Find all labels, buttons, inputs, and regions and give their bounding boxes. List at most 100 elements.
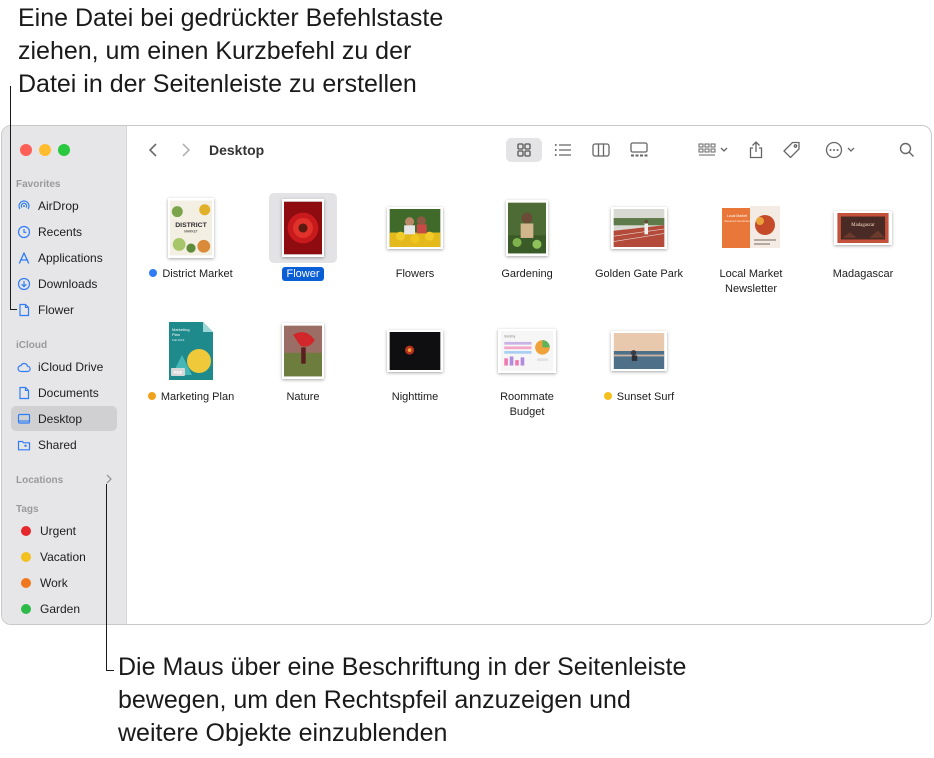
file-name: Marketing Plan: [160, 391, 235, 403]
group-by-button[interactable]: [693, 138, 733, 162]
flower-thumbnail: [282, 199, 324, 257]
sidebar-item-label: Shared: [38, 437, 77, 452]
file-name: Local Market Newsletter: [719, 268, 783, 295]
share-button[interactable]: [745, 138, 767, 162]
sidebar-tag-vacation[interactable]: Vacation: [11, 544, 117, 569]
file-item-nature[interactable]: Nature: [247, 316, 359, 416]
thumbnail-container: [583, 193, 695, 263]
file-item-gardening[interactable]: Gardening: [471, 193, 583, 293]
budget-thumb-header: Monthly: [504, 334, 516, 338]
chevron-down-icon: [847, 147, 855, 152]
search-button[interactable]: [895, 138, 919, 162]
tags-button[interactable]: [781, 138, 803, 162]
file-label: Local Market Newsletter: [695, 267, 807, 297]
file-item-marketing-plan[interactable]: Marketing Plan Fall 2019 PDF Marketing P…: [135, 316, 247, 416]
action-menu-button[interactable]: [820, 138, 860, 162]
back-button[interactable]: [143, 140, 163, 160]
thumbnail-container: [359, 316, 471, 386]
file-name-selected: Flower: [282, 267, 324, 281]
sidebar-section-locations[interactable]: Locations: [16, 475, 63, 486]
callout-bottom-leader-line: [106, 484, 107, 671]
zoom-window-button[interactable]: [58, 144, 70, 156]
grid-icon: [517, 143, 531, 157]
file-item-district-market[interactable]: DISTRICT MARKET District Market: [135, 193, 247, 293]
file-label: Flowers: [359, 267, 471, 282]
thumbnail-container: [269, 193, 337, 263]
sidebar-item-flower[interactable]: Flower: [11, 297, 117, 322]
minimize-window-button[interactable]: [39, 144, 51, 156]
tag-color-dot: [147, 392, 156, 400]
thumbnail-container: Marketing Plan Fall 2019 PDF: [135, 316, 247, 386]
ellipsis-circle-icon: [825, 141, 843, 159]
sidebar-item-recents[interactable]: Recents: [11, 219, 117, 244]
sidebar-section-favorites[interactable]: Favorites: [16, 179, 60, 190]
file-name: Gardening: [501, 268, 553, 280]
sidebar-section-icloud[interactable]: iCloud: [16, 340, 47, 351]
icon-view-button[interactable]: [506, 138, 542, 162]
callout-top-leader-tick: [10, 309, 17, 310]
sidebar-item-shared[interactable]: Shared: [11, 432, 117, 457]
thumbnail-container: Monthly: [471, 316, 583, 386]
forward-button[interactable]: [176, 140, 196, 160]
thumbnail-container: Madagascar: [807, 193, 919, 263]
callout-bottom-leader-tick: [106, 670, 114, 671]
thumbnail-container: Local Market Weekend Newsletter: [695, 193, 807, 263]
sidebar-item-desktop[interactable]: Desktop: [11, 406, 117, 431]
sidebar-item-downloads[interactable]: Downloads: [11, 271, 117, 296]
gallery-view-button[interactable]: [621, 138, 657, 162]
search-icon: [899, 142, 914, 157]
thumbnail-container: [247, 316, 359, 386]
file-item-nighttime[interactable]: Nighttime: [359, 316, 471, 416]
local-market-thumb-sub: Weekend Newsletter: [724, 219, 750, 223]
sidebar-item-label: iCloud Drive: [38, 359, 104, 374]
callout-bottom-line-3: weitere Objekte einzublenden: [118, 719, 448, 747]
district-thumb-title: DISTRICT: [175, 222, 207, 229]
file-label: District Market: [135, 267, 247, 282]
callout-top-line-2: ziehen, um einen Kurzbefehl zu der: [18, 37, 412, 65]
file-item-local-market-newsletter[interactable]: Local Market Weekend Newsletter Local Ma…: [695, 193, 807, 295]
gardening-thumbnail: [506, 200, 548, 256]
district-thumb-sub: MARKET: [184, 230, 198, 234]
group-icon: [698, 143, 716, 156]
sidebar-item-label: Garden: [40, 601, 81, 616]
sidebar-item-airdrop[interactable]: AirDrop: [11, 193, 117, 218]
file-item-flowers[interactable]: Flowers: [359, 193, 471, 293]
column-view-button[interactable]: [583, 138, 619, 162]
sidebar-section-tags[interactable]: Tags: [16, 504, 39, 515]
sidebar-item-label: Documents: [38, 385, 99, 400]
marketing-plan-thumbnail: Marketing Plan Fall 2019 PDF: [169, 322, 213, 380]
sidebar-tag-garden[interactable]: Garden: [11, 596, 117, 621]
callout-bottom-line-1: Die Maus über eine Beschriftung in der S…: [118, 653, 687, 681]
file-name: Sunset Surf: [616, 391, 675, 403]
file-item-golden-gate-park[interactable]: Golden Gate Park: [583, 193, 695, 293]
sidebar-tag-work[interactable]: Work: [11, 570, 117, 595]
sidebar-item-documents[interactable]: Documents: [11, 380, 117, 405]
file-item-sunset-surf[interactable]: Sunset Surf: [583, 316, 695, 416]
file-item-flower[interactable]: Flower: [247, 193, 359, 293]
sidebar-item-applications[interactable]: Applications: [11, 245, 117, 270]
file-label: Sunset Surf: [583, 390, 695, 405]
marketing-thumb-sub1: Plan: [172, 332, 180, 337]
sidebar-tag-urgent[interactable]: Urgent: [11, 518, 117, 543]
list-view-button[interactable]: [545, 138, 581, 162]
sidebar-item-label: Flower: [38, 302, 75, 317]
callout-top-line-3: Datei in der Seitenleiste zu erstellen: [18, 70, 417, 98]
finder-window: Favorites AirDrop Recents Applications D…: [1, 125, 932, 625]
file-name: Madagascar: [832, 268, 894, 280]
file-label: Roommate Budget: [471, 390, 583, 420]
document-icon: [17, 303, 31, 317]
roommate-budget-thumbnail: Monthly: [498, 329, 556, 373]
sidebar-item-icloud-drive[interactable]: iCloud Drive: [11, 354, 117, 379]
sidebar-item-label: Urgent: [40, 523, 77, 538]
close-window-button[interactable]: [20, 144, 32, 156]
callout-top-leader-line: [10, 86, 11, 310]
applications-icon: [17, 251, 31, 265]
tag-color-dot: [21, 551, 31, 562]
file-label: Flower: [247, 267, 359, 282]
file-name: District Market: [162, 268, 233, 280]
sidebar-item-label: AirDrop: [38, 198, 79, 213]
file-item-madagascar[interactable]: Madagascar Madagascar: [807, 193, 919, 293]
airdrop-icon: [17, 199, 31, 213]
madagascar-thumb-title: Madagascar: [851, 223, 875, 228]
file-item-roommate-budget[interactable]: Monthly Roommate Budget: [471, 316, 583, 418]
